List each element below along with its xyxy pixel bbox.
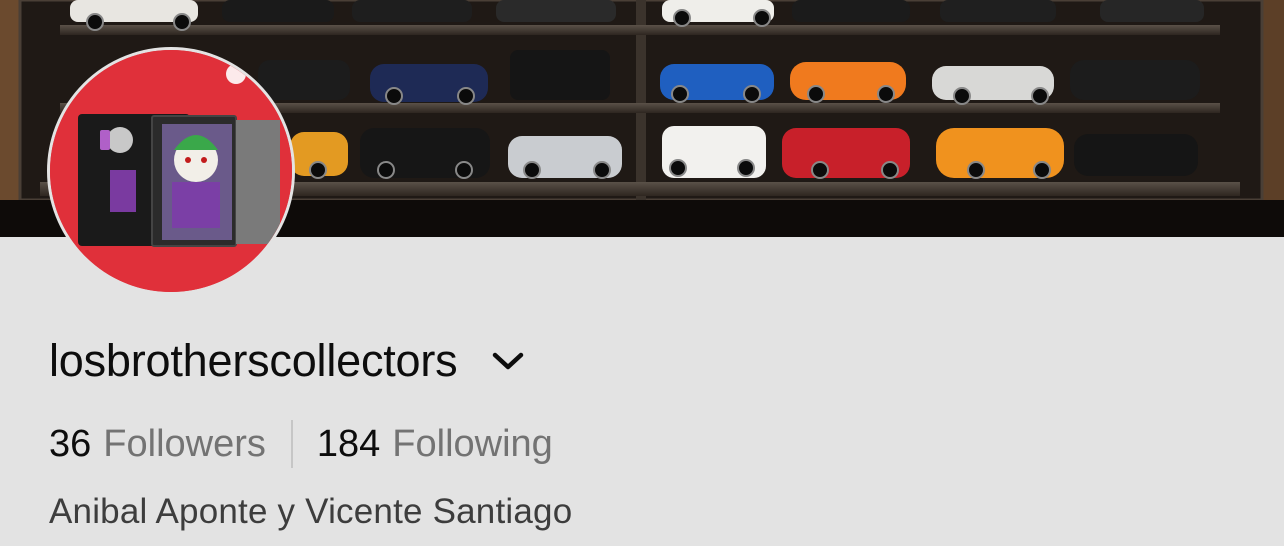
profile-bio: Anibal Aponte y Vicente Santiago: [49, 492, 573, 531]
following-stat[interactable]: 184 Following: [317, 423, 553, 466]
followers-label: Followers: [103, 422, 266, 465]
profile-stats: 36 Followers 184 Following: [49, 418, 553, 470]
followers-stat[interactable]: 36 Followers: [49, 423, 266, 466]
following-label: Following: [392, 422, 553, 465]
followers-count: 36: [49, 422, 92, 465]
following-count: 184: [316, 422, 381, 465]
chevron-down-icon[interactable]: [491, 344, 525, 378]
profile-page: losbrothers​collectors 36 Followers 184 …: [0, 0, 1284, 546]
username: losbrothers​collectors: [49, 335, 458, 386]
profile-avatar[interactable]: [47, 47, 295, 295]
stats-divider: [290, 420, 293, 468]
username-row[interactable]: losbrothers​collectors: [49, 330, 525, 392]
